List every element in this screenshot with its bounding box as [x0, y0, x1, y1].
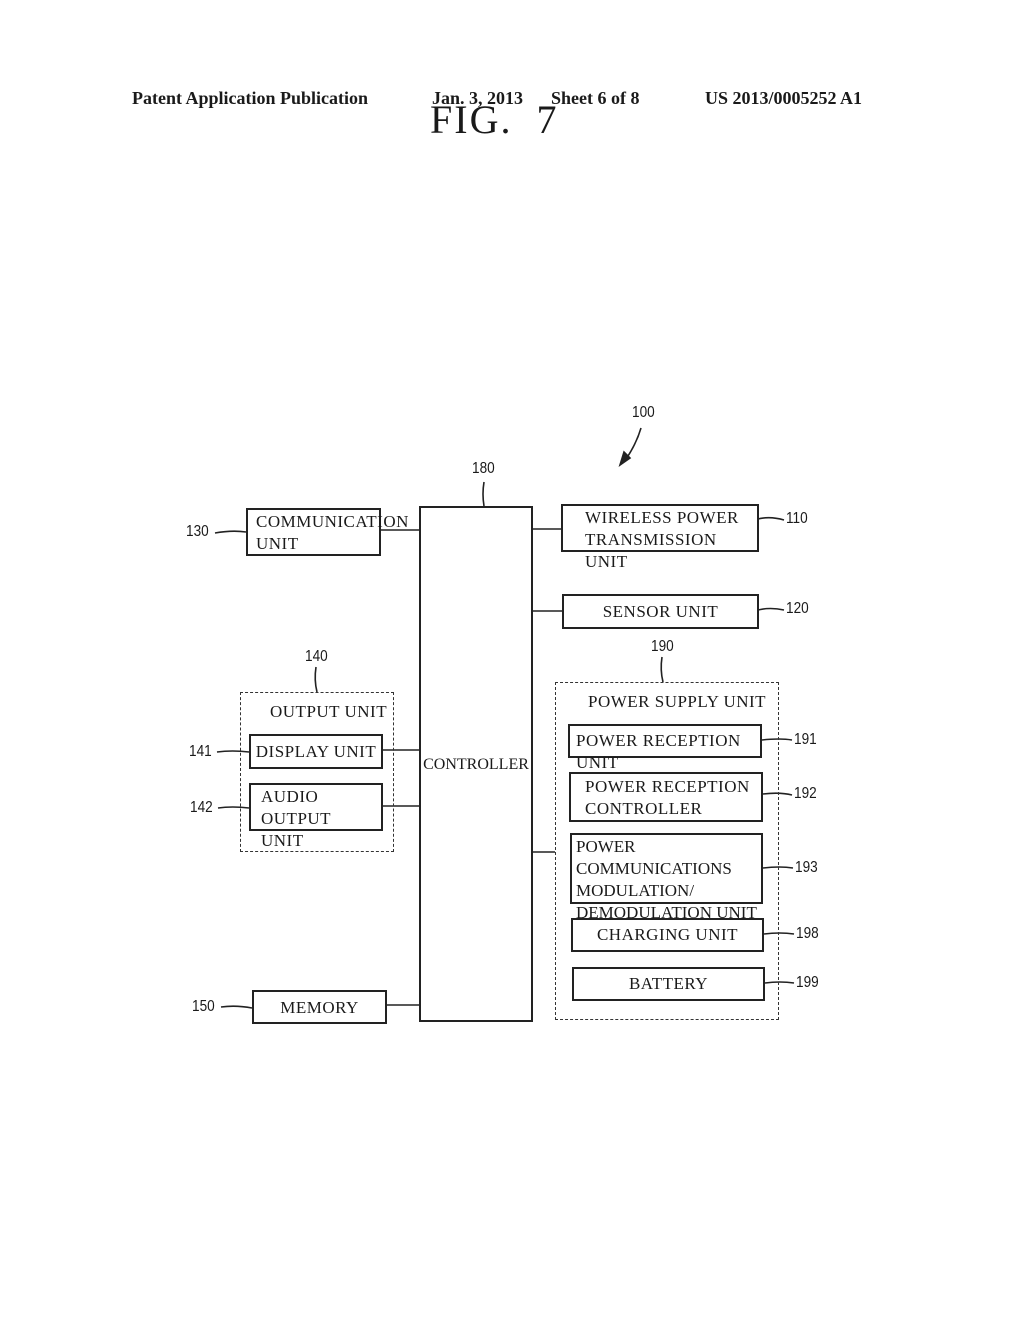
memory-label: MEMORY: [280, 998, 359, 1017]
controller-block: CONTROLLER: [419, 506, 533, 1022]
power-reception-controller-line2: CONTROLLER: [585, 799, 703, 818]
ref-100: 100: [632, 404, 655, 421]
power-reception-controller-line1: POWER RECEPTION: [585, 777, 750, 796]
power-supply-unit-title: POWER SUPPLY UNIT: [588, 692, 767, 711]
audio-output-unit-block: AUDIO OUTPUT UNIT: [249, 783, 383, 850]
ref-198: 198: [796, 925, 819, 942]
controller-label: CONTROLLER: [423, 756, 529, 773]
charging-unit-label: CHARGING UNIT: [596, 925, 739, 944]
wireless-power-transmission-unit-block: WIRELESS POWER TRANSMISSION UNIT: [561, 504, 759, 571]
power-communications-modem-block: POWER COMMUNICATIONS MODULATION/ DEMODUL…: [570, 833, 763, 922]
modem-line2: MODULATION/: [576, 881, 695, 900]
ref-192: 192: [794, 785, 817, 802]
output-unit-title: OUTPUT UNIT: [270, 702, 388, 721]
ref-142: 142: [190, 799, 213, 816]
communication-unit-line2: UNIT: [256, 534, 299, 553]
charging-unit-block: CHARGING UNIT: [571, 918, 764, 952]
communication-unit-line1: COMMUNICATION: [256, 512, 409, 531]
power-reception-unit-label: POWER RECEPTION UNIT: [576, 731, 741, 772]
memory-block: MEMORY: [252, 990, 387, 1024]
ref-140-leader: [314, 666, 318, 693]
battery-block: BATTERY: [572, 967, 765, 1001]
battery-label: BATTERY: [628, 974, 709, 993]
display-unit-label: DISPLAY UNIT: [255, 742, 377, 761]
communication-unit-block: COMMUNICATION UNIT: [246, 508, 409, 556]
ref-193: 193: [795, 859, 818, 876]
ref-190-leader: [660, 656, 664, 683]
wireless-power-line1: WIRELESS POWER: [585, 508, 739, 527]
ref-110: 110: [786, 510, 808, 527]
ref-140: 140: [305, 648, 328, 665]
sensor-unit-label: SENSOR UNIT: [602, 602, 719, 621]
audio-output-line2: UNIT: [261, 831, 304, 850]
ref-150-leader: [220, 1005, 253, 1009]
sensor-unit-block: SENSOR UNIT: [562, 594, 759, 629]
power-reception-controller-block: POWER RECEPTION CONTROLLER: [569, 772, 763, 822]
audio-output-line1: AUDIO OUTPUT: [261, 787, 332, 828]
ref-120: 120: [786, 600, 809, 617]
ref-110-leader: [757, 516, 785, 521]
modem-line1: POWER COMMUNICATIONS: [576, 837, 732, 878]
wireless-power-line2: TRANSMISSION UNIT: [585, 530, 717, 571]
ref-141: 141: [189, 743, 212, 760]
ref-130-leader: [214, 530, 247, 534]
ref-150: 150: [192, 998, 215, 1015]
controller-ref-leader: [482, 481, 485, 507]
ref-120-leader: [757, 607, 785, 611]
ref-180: 180: [472, 460, 495, 477]
ref-191: 191: [794, 731, 817, 748]
ref-190: 190: [651, 638, 674, 655]
display-unit-block: DISPLAY UNIT: [249, 734, 383, 769]
ref-199: 199: [796, 974, 819, 991]
ref-130: 130: [186, 523, 209, 540]
power-reception-unit-block: POWER RECEPTION UNIT: [568, 724, 762, 772]
